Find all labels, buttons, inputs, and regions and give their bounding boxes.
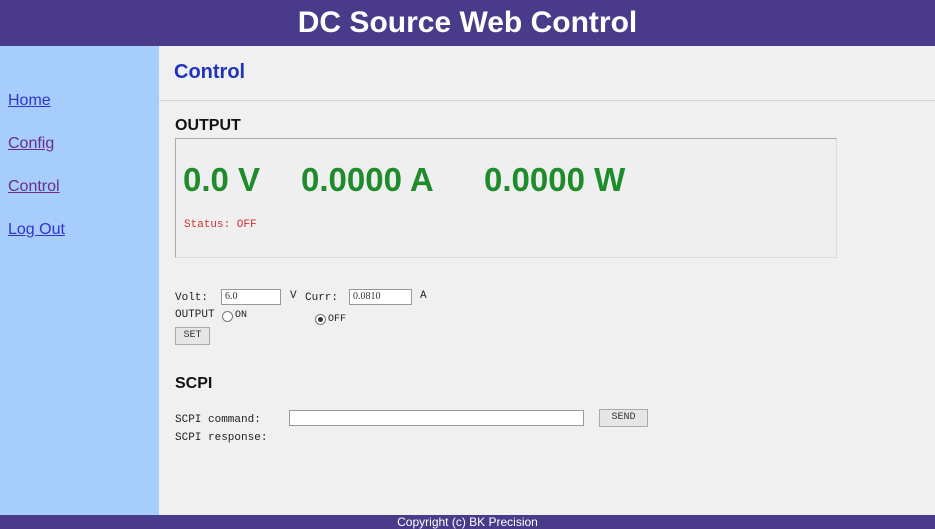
sidebar-item-home[interactable]: Home [8, 92, 51, 110]
output-off-label: OFF [328, 314, 347, 325]
current-reading: 0.0000 A [301, 161, 434, 198]
page-title: Control [174, 61, 246, 83]
output-toggle-label: OUTPUT [175, 309, 215, 321]
sidebar-item-control[interactable]: Control [8, 178, 60, 196]
output-heading: OUTPUT [175, 117, 241, 134]
sidebar-item-log-out[interactable]: Log Out [8, 221, 65, 239]
voltage-reading: 0.0 V [183, 161, 261, 198]
sidebar-item-config[interactable]: Config [8, 135, 54, 153]
scpi-response-label: SCPI response: [175, 432, 268, 444]
curr-label: Curr: [305, 292, 339, 304]
output-off-radio[interactable] [315, 314, 326, 325]
scpi-heading: SCPI [175, 375, 213, 392]
power-reading: 0.0000 W [484, 161, 626, 198]
copyright-text: Copyright (c) BK Precision [397, 515, 538, 529]
volt-input[interactable]: 6.0 [221, 289, 281, 305]
title-divider [159, 100, 935, 101]
header-bar: DC Source Web Control [0, 0, 935, 46]
output-display-panel: 0.0 V 0.0000 A 0.0000 W Status: OFF [175, 138, 837, 258]
curr-unit: A [420, 290, 427, 302]
volt-label: Volt: [175, 292, 209, 304]
send-button[interactable]: SEND [599, 409, 648, 427]
output-on-radio[interactable] [222, 311, 233, 322]
footer: Copyright (c) BK Precision [0, 515, 935, 529]
app-title: DC Source Web Control [297, 6, 638, 39]
main-content: Control OUTPUT 0.0 V 0.0000 A 0.0000 W S… [159, 46, 935, 515]
sidebar: Home Config Control Log Out [0, 46, 159, 515]
scpi-command-label: SCPI command: [175, 414, 261, 426]
curr-input[interactable]: 0.0810 [349, 289, 412, 305]
scpi-command-input[interactable] [289, 410, 584, 426]
output-status: Status: OFF [184, 219, 257, 231]
set-button[interactable]: SET [175, 327, 210, 345]
output-on-label: ON [235, 310, 248, 321]
volt-unit: V [290, 290, 297, 302]
